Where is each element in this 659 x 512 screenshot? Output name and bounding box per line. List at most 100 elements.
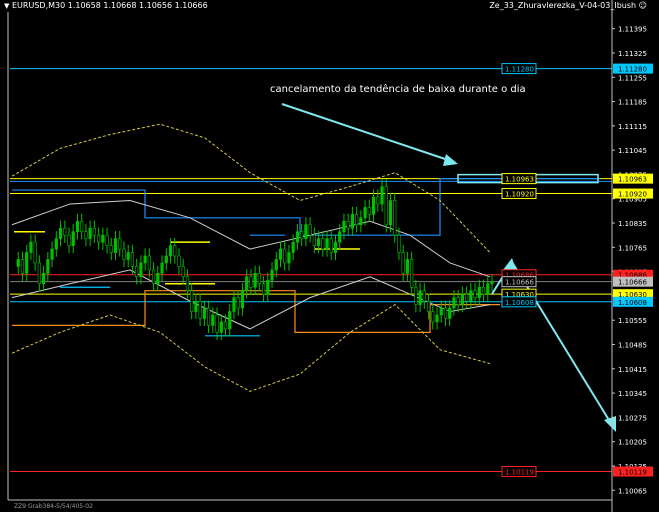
y-tick-label: 1.10835 [618, 220, 647, 228]
bear-candle [92, 227, 96, 236]
bear-candle [84, 231, 88, 239]
footer-text: ZZ9 Grab384-5/54/405-02 [14, 503, 93, 510]
bull-candle [194, 300, 198, 312]
price-label-text-left: 1.10119 [505, 469, 534, 477]
bear-candle [181, 266, 185, 278]
bear-candle [151, 269, 156, 285]
bear-candle [177, 255, 181, 267]
bear-candle [426, 300, 431, 312]
bear-candle [80, 220, 84, 233]
bear-candle [223, 321, 228, 330]
bull-candle [477, 286, 481, 298]
price-label-text: 1.10666 [618, 279, 647, 287]
y-tick-label: 1.11395 [618, 26, 647, 34]
bear-candle [97, 234, 101, 243]
price-label-text-left: 1.11280 [505, 66, 534, 74]
bear-candle [198, 300, 202, 319]
bear-candle [410, 259, 414, 288]
bull-candle [75, 220, 80, 233]
bear-candle [236, 297, 240, 309]
bear-candle [431, 311, 435, 323]
bull-candle [232, 297, 236, 312]
bear-candle [118, 238, 122, 250]
indicator-label: Ze_33_Zhuravlerezka_V-04-03_Ibush [489, 1, 637, 10]
bull-candle [126, 252, 130, 260]
bear-candle [312, 234, 316, 246]
bear-candle [397, 234, 401, 253]
bull-candle [25, 252, 29, 274]
bear-candle [109, 245, 113, 253]
bull-candle [338, 231, 342, 243]
y-tick-label: 1.10765 [618, 244, 647, 252]
bear-candle [300, 231, 304, 239]
price-label-text-left: 1.10920 [505, 191, 534, 199]
chart-menu-icon[interactable]: ▼ [4, 2, 9, 10]
bull-candle [448, 307, 452, 319]
bear-candle [206, 307, 211, 326]
bull-candle [42, 273, 46, 285]
bull-candle [342, 220, 346, 233]
bull-candle [270, 269, 274, 281]
bull-candle [359, 217, 363, 226]
bear-candle [249, 276, 253, 288]
bear-candle [422, 290, 426, 302]
bear-candle [33, 241, 37, 264]
bull-candle [71, 231, 75, 246]
bull-candle [405, 259, 409, 274]
chart-background [0, 0, 659, 512]
bull-candle [156, 273, 160, 285]
bull-candle [46, 259, 50, 274]
bear-candle [67, 234, 71, 246]
bear-candle [63, 227, 67, 236]
bear-candle [261, 283, 266, 295]
bear-candle [308, 224, 312, 236]
bear-candle [283, 248, 287, 264]
price-label-text-left: 1.10963 [505, 176, 534, 184]
y-tick-label: 1.10275 [618, 414, 647, 422]
bull-candle [143, 255, 147, 264]
bull-candle [435, 314, 439, 323]
bull-candle [295, 231, 300, 243]
bull-candle [245, 276, 249, 292]
y-tick-label: 1.10415 [618, 366, 647, 374]
bull-candle [490, 281, 494, 285]
bull-candle [274, 259, 278, 271]
bear-candle [465, 293, 469, 302]
bear-candle [105, 234, 109, 246]
price-label-text: 1.10963 [618, 176, 647, 184]
bull-candle [88, 227, 92, 239]
bull-candle [486, 283, 490, 295]
y-tick-label: 1.11045 [618, 147, 647, 155]
bull-candle [50, 248, 54, 260]
price-label-text: 1.10920 [618, 191, 647, 199]
bear-candle [185, 276, 190, 292]
bull-candle [266, 279, 270, 295]
bull-candle [439, 307, 443, 316]
price-chart[interactable]: 1.11395 1.11325 1.11255 1.11185 1.11115 1.110… [0, 0, 659, 512]
bear-candle [122, 248, 126, 260]
bull-candle [363, 207, 367, 219]
bear-candle [321, 238, 325, 250]
bull-candle [380, 186, 384, 205]
bull-candle [16, 259, 20, 267]
bear-candle [147, 255, 151, 271]
bear-candle [20, 259, 25, 274]
bull-candle [371, 196, 376, 215]
y-tick-label: 1.11325 [618, 50, 647, 58]
bull-candle [291, 241, 295, 253]
bear-candle [355, 214, 359, 226]
bull-candle [29, 241, 33, 253]
bull-candle [287, 252, 291, 264]
bull-candle [219, 321, 223, 333]
price-label-text-left: 1.10608 [505, 299, 534, 307]
bear-candle [190, 290, 194, 312]
smiley-icon[interactable]: ☺ [639, 1, 647, 10]
bear-candle [130, 252, 135, 267]
price-label-text: 1.11280 [618, 66, 647, 74]
bear-candle [135, 266, 139, 278]
bull-candle [278, 248, 283, 260]
price-label-text-left: 1.10666 [505, 279, 534, 287]
bear-candle [384, 186, 388, 226]
y-tick-label: 1.10555 [618, 317, 647, 325]
annotation-text: cancelamento da tendência de baixa duran… [270, 84, 526, 95]
